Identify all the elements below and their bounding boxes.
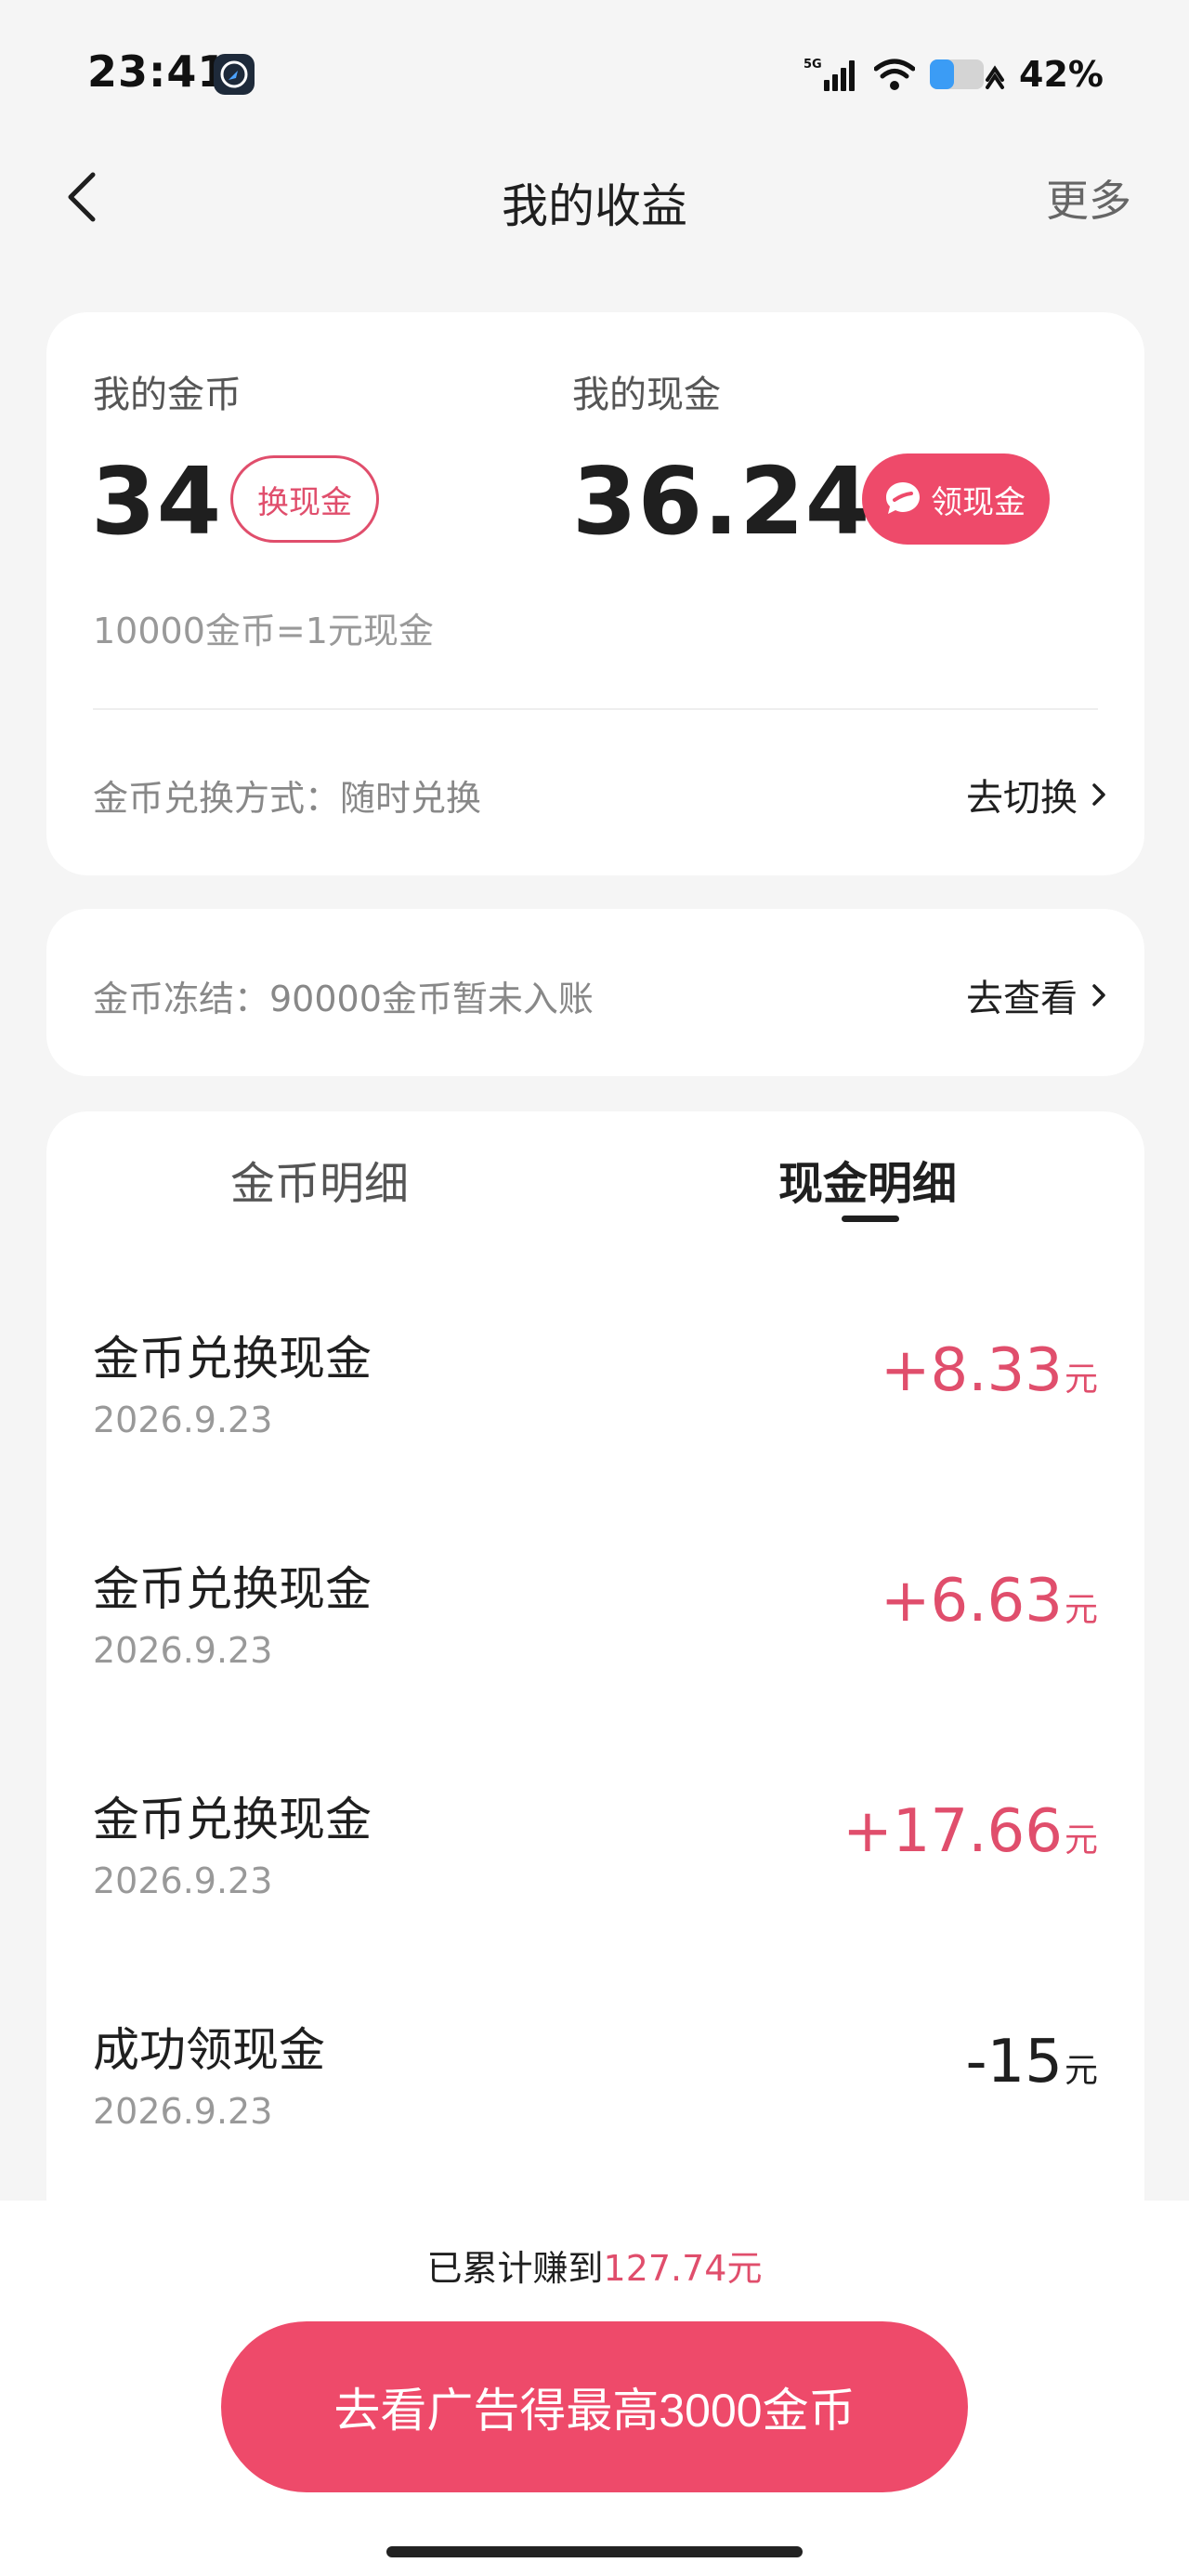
wifi-icon	[874, 58, 916, 91]
record-title: 成功领现金	[93, 2023, 325, 2077]
total-earned-prefix: 已累计赚到	[426, 2248, 604, 2289]
status-time: 23:41	[87, 46, 229, 97]
more-button[interactable]: 更多	[1046, 167, 1131, 229]
frozen-coins-label: 金币冻结：90000金币暂未入账	[93, 979, 594, 1019]
battery-icon	[928, 56, 1006, 93]
record-amount-unit: 元	[1064, 1821, 1098, 1860]
coins-value: 34	[91, 447, 223, 556]
record-amount-unit: 元	[1064, 2052, 1098, 2090]
home-indicator[interactable]	[386, 2546, 803, 2557]
status-icons: 5G 42%	[804, 52, 1104, 97]
record-title: 金币兑换现金	[93, 1793, 372, 1847]
chevron-right-icon	[1091, 780, 1107, 809]
withdraw-cash-button[interactable]: 领现金	[862, 453, 1050, 545]
frozen-coins-card[interactable]: 金币冻结：90000金币暂未入账 去查看	[46, 909, 1144, 1076]
bottom-bar: 已累计赚到127.74元 去看广告得最高3000金币	[0, 2201, 1189, 2576]
record-title: 金币兑换现金	[93, 1332, 372, 1386]
record-amount: +17.66 元	[843, 1797, 1098, 1866]
record-amount-value: +17.66	[843, 1797, 1063, 1866]
list-item: 金币兑换现金 2026.9.23 +6.63 元	[46, 1535, 1144, 1766]
balance-card: 我的金币 34 换现金 我的现金 36.24 领现金 10000金币=1元现金 …	[46, 312, 1144, 875]
coins-label: 我的金币	[93, 374, 242, 416]
withdraw-cash-label: 领现金	[931, 483, 1026, 521]
chevron-right-icon	[1091, 980, 1107, 1010]
record-title: 金币兑换现金	[93, 1562, 372, 1616]
cash-label: 我的现金	[572, 374, 721, 416]
record-amount-value: -15	[965, 2028, 1063, 2096]
view-frozen-link[interactable]: 去查看	[966, 968, 1107, 1022]
tab-cash-detail[interactable]: 现金明细	[778, 1147, 957, 1212]
detail-tabs: 金币明细 现金明细	[46, 1111, 1144, 1232]
network-label: 5G	[804, 58, 822, 72]
record-amount-value: +8.33	[880, 1336, 1063, 1405]
active-tab-indicator	[842, 1216, 899, 1222]
cash-value: 36.24	[572, 447, 871, 556]
record-amount-unit: 元	[1064, 1360, 1098, 1399]
record-amount: -15 元	[965, 2028, 1098, 2096]
record-date: 2026.9.23	[93, 1630, 273, 1671]
record-date: 2026.9.23	[93, 2091, 273, 2132]
record-amount-unit: 元	[1064, 1591, 1098, 1629]
total-earned-value: 127.74元	[603, 2248, 763, 2289]
nav-bar: 我的收益 更多	[0, 149, 1189, 245]
record-amount-value: +6.63	[880, 1567, 1063, 1636]
app-notification-icon	[214, 54, 255, 95]
page-title: 我的收益	[502, 179, 687, 233]
status-bar: 23:41 5G 42%	[0, 0, 1189, 149]
list-item: 成功领现金 2026.9.23 -15 元	[46, 1996, 1144, 2227]
divider	[93, 708, 1098, 710]
record-date: 2026.9.23	[93, 1860, 273, 1901]
exchange-method-label: 金币兑换方式：随时兑换	[93, 778, 482, 819]
record-date: 2026.9.23	[93, 1400, 273, 1440]
record-amount: +6.63 元	[881, 1567, 1098, 1636]
view-frozen-label: 去查看	[966, 978, 1078, 1020]
chat-bubble-icon	[882, 479, 923, 519]
watch-ad-button[interactable]: 去看广告得最高3000金币	[221, 2321, 968, 2492]
detail-card: 金币明细 现金明细 金币兑换现金 2026.9.23 +8.33 元 金币兑换现…	[46, 1111, 1144, 2320]
battery-percent: 42%	[1019, 54, 1104, 95]
list-item: 金币兑换现金 2026.9.23 +8.33 元	[46, 1305, 1144, 1535]
tab-coin-detail[interactable]: 金币明细	[230, 1147, 409, 1212]
record-amount: +8.33 元	[881, 1336, 1098, 1405]
total-earned: 已累计赚到127.74元	[0, 2240, 1189, 2291]
list-item: 金币兑换现金 2026.9.23 +17.66 元	[46, 1766, 1144, 1996]
signal-icon: 5G	[804, 56, 861, 93]
exchange-rate: 10000金币=1元现金	[93, 611, 434, 651]
switch-method-label: 去切换	[966, 777, 1078, 820]
exchange-cash-button[interactable]: 换现金	[230, 455, 379, 543]
switch-method-link[interactable]: 去切换	[966, 768, 1107, 821]
